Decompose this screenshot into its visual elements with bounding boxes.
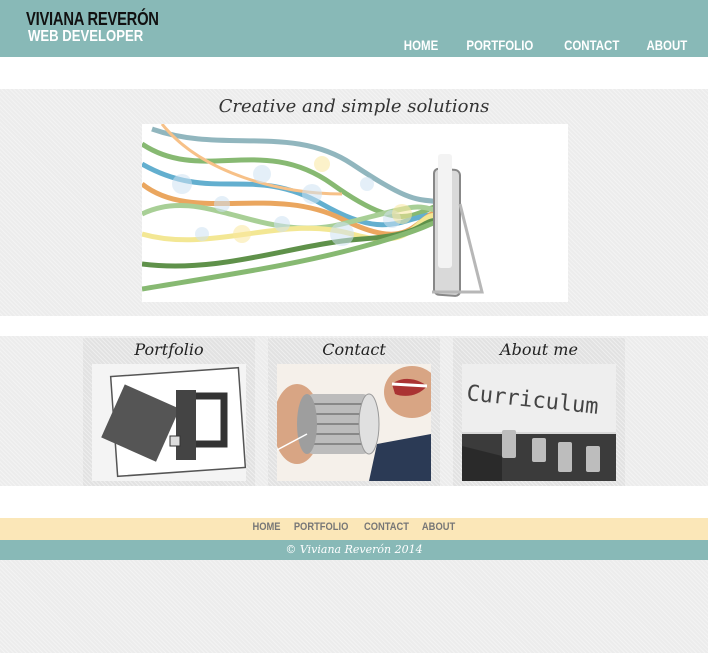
card-contact[interactable]: Contact (268, 338, 440, 486)
footer-nav-bar: HOME PORTFOLIO CONTACT ABOUT (0, 518, 708, 540)
folders-illustration (92, 364, 246, 481)
card-title: Contact (322, 340, 386, 359)
footer-nav-contact[interactable]: CONTACT (364, 521, 409, 533)
tin-can-phone-image (277, 364, 431, 481)
nav-home[interactable]: HOME (404, 37, 438, 53)
copyright: © Viviana Reverón 2014 (285, 543, 423, 556)
nav-contact[interactable]: CONTACT (564, 37, 619, 53)
card-title: Portfolio (134, 340, 204, 359)
header: VIVIANA REVERÓN WEB DEVELOPER HOME PORTF… (0, 0, 708, 57)
brand-name[interactable]: VIVIANA REVERÓN (26, 9, 159, 30)
typewriter-illustration: Curriculum (462, 364, 616, 481)
curriculum-image: Curriculum (462, 364, 616, 481)
spacer (0, 57, 708, 89)
tin-can-illustration (277, 364, 431, 481)
card-about[interactable]: About me Curriculum (453, 338, 625, 486)
nav-about[interactable]: ABOUT (647, 37, 688, 53)
ribbons-monitor-illustration (142, 124, 484, 297)
footer-nav-home[interactable]: HOME (253, 521, 281, 533)
spacer (0, 486, 708, 518)
brand-role: WEB DEVELOPER (28, 28, 144, 45)
nav-portfolio[interactable]: PORTFOLIO (466, 37, 533, 53)
folders-image (92, 364, 246, 481)
hero-title: Creative and simple solutions (218, 96, 490, 117)
footer-nav-portfolio[interactable]: PORTFOLIO (294, 521, 349, 533)
card-title: About me (500, 340, 578, 359)
card-portfolio[interactable]: Portfolio (83, 338, 255, 486)
hero-image (142, 124, 568, 302)
main-nav: HOME PORTFOLIO CONTACT ABOUT (400, 37, 692, 53)
footer-bar: © Viviana Reverón 2014 (0, 540, 708, 560)
footer-nav-about[interactable]: ABOUT (421, 521, 454, 533)
footer-nav: HOME PORTFOLIO CONTACT ABOUT (0, 521, 708, 533)
spacer (0, 316, 708, 336)
